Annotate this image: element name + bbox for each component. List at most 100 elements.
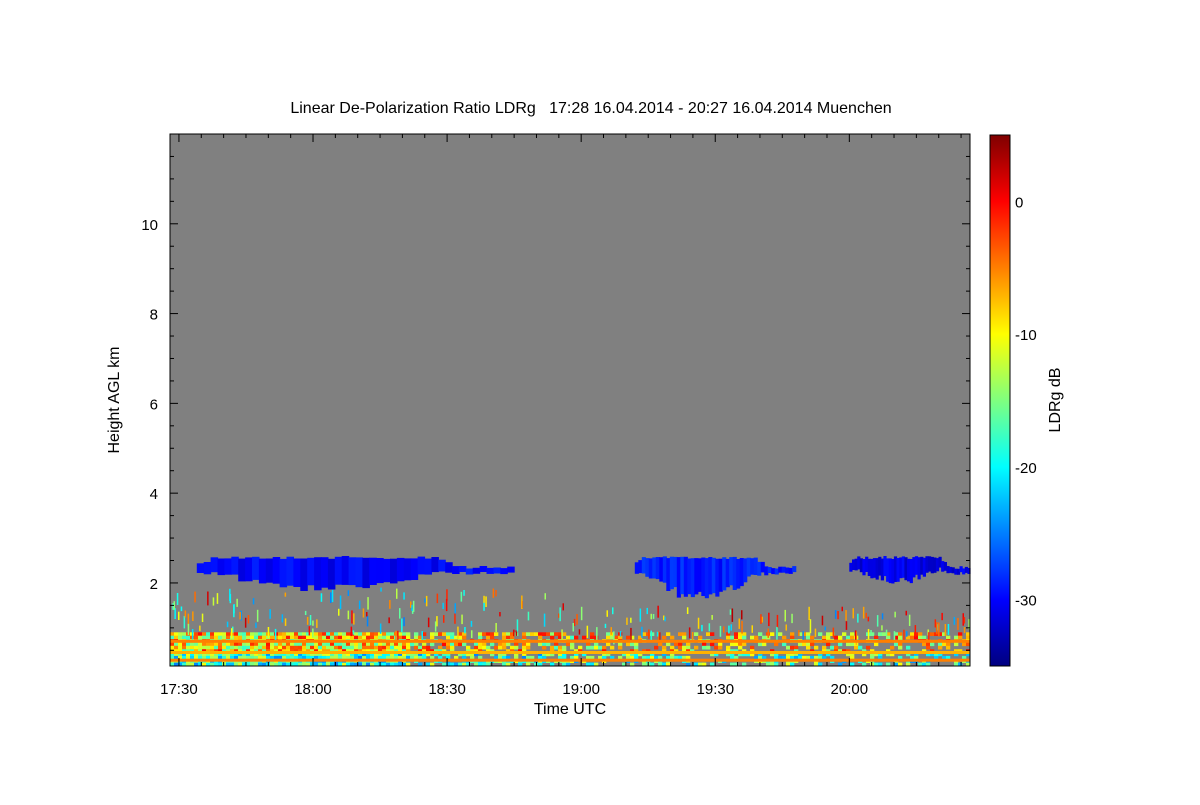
cloud-cell — [224, 558, 232, 575]
cloud-cell — [390, 558, 398, 584]
noise-cell — [254, 635, 259, 640]
noise-cell — [318, 645, 323, 650]
noise-speck — [606, 610, 608, 617]
noise-speck — [399, 608, 401, 619]
noise-speck — [641, 626, 643, 638]
noise-cell — [874, 635, 879, 640]
noise-speck — [728, 625, 730, 634]
noise-cell — [702, 645, 707, 650]
cloud-cell — [231, 556, 239, 575]
noise-cell — [386, 635, 391, 640]
noise-cell — [790, 632, 795, 636]
noise-cell — [738, 635, 743, 640]
noise-speck — [834, 610, 837, 619]
noise-cell — [186, 645, 191, 650]
noise-cell — [314, 642, 319, 647]
noise-cell — [886, 635, 891, 640]
noise-cell — [202, 635, 207, 640]
noise-speck — [312, 628, 314, 638]
noise-cell — [314, 632, 319, 636]
x-tick-label: 20:00 — [831, 681, 869, 698]
noise-cell — [222, 635, 227, 640]
noise-speck — [650, 613, 652, 620]
noise-cell — [698, 635, 703, 640]
noise-speck — [646, 607, 648, 615]
noise-cell — [170, 645, 175, 650]
x-tick-label: 18:00 — [294, 681, 332, 698]
noise-cell — [742, 642, 747, 647]
noise-cell — [450, 645, 455, 650]
noise-speck — [231, 628, 233, 639]
noise-cell — [802, 642, 807, 647]
noise-cell — [550, 632, 555, 636]
noise-cell — [506, 642, 511, 647]
noise-cell — [326, 635, 331, 640]
noise-cell — [290, 632, 295, 636]
noise-cell — [374, 642, 379, 647]
cloud-cell — [708, 557, 713, 595]
cloud-cell — [445, 562, 453, 573]
noise-cell — [522, 632, 527, 636]
noise-cell — [458, 642, 463, 647]
noise-cell — [178, 632, 183, 636]
noise-cell — [486, 635, 491, 640]
cloud-cell — [774, 568, 779, 575]
cloud-cell — [217, 558, 225, 576]
noise-speck — [304, 610, 307, 615]
noise-speck — [711, 615, 713, 620]
noise-cell — [234, 635, 239, 640]
colorbar-tick-label: 0 — [1015, 194, 1023, 211]
noise-cell — [186, 635, 191, 640]
noise-cell — [926, 642, 931, 647]
noise-speck — [578, 629, 581, 635]
cloud-cell — [383, 558, 391, 583]
noise-speck — [562, 603, 564, 611]
noise-cell — [854, 645, 859, 650]
noise-cell — [522, 642, 527, 647]
noise-cell — [846, 642, 851, 647]
noise-cell — [450, 635, 455, 640]
noise-speck — [731, 608, 734, 622]
noise-cell — [298, 632, 303, 636]
noise-cell — [538, 635, 543, 640]
noise-speck — [586, 625, 589, 639]
noise-cell — [806, 642, 811, 647]
noise-cell — [858, 645, 863, 650]
noise-cell — [238, 645, 243, 650]
noise-speck — [957, 618, 959, 630]
y-tick-label: 8 — [150, 307, 158, 324]
noise-speck — [784, 609, 786, 622]
noise-speck — [865, 612, 867, 619]
noise-speck — [312, 620, 314, 626]
noise-cell — [710, 642, 715, 647]
noise-speck — [461, 614, 463, 625]
noise-cell — [958, 632, 963, 636]
noise-cell — [682, 635, 687, 640]
noise-cell — [354, 645, 359, 650]
noise-cell — [666, 632, 671, 636]
noise-cell — [362, 632, 367, 636]
noise-cell — [694, 632, 699, 636]
noise-cell — [382, 642, 387, 647]
noise-cell — [490, 632, 495, 636]
noise-speck — [463, 590, 465, 596]
noise-cell — [362, 642, 367, 647]
noise-cell — [894, 642, 899, 647]
noise-cell — [182, 645, 187, 650]
noise-cell — [486, 632, 491, 636]
cloud-cell — [697, 558, 702, 592]
noise-cell — [758, 642, 763, 647]
cloud-cell — [669, 556, 674, 590]
noise-speck — [663, 615, 665, 621]
cloud-cell — [739, 558, 744, 587]
noise-speck — [751, 625, 753, 633]
noise-cell — [814, 645, 819, 650]
noise-speck — [269, 609, 271, 619]
noise-cell — [290, 645, 295, 650]
noise-cell — [258, 632, 263, 636]
noise-cell — [822, 645, 827, 650]
noise-speck — [471, 630, 473, 638]
noise-cell — [298, 635, 303, 640]
cloud-cell — [662, 556, 667, 583]
noise-cell — [278, 645, 283, 650]
